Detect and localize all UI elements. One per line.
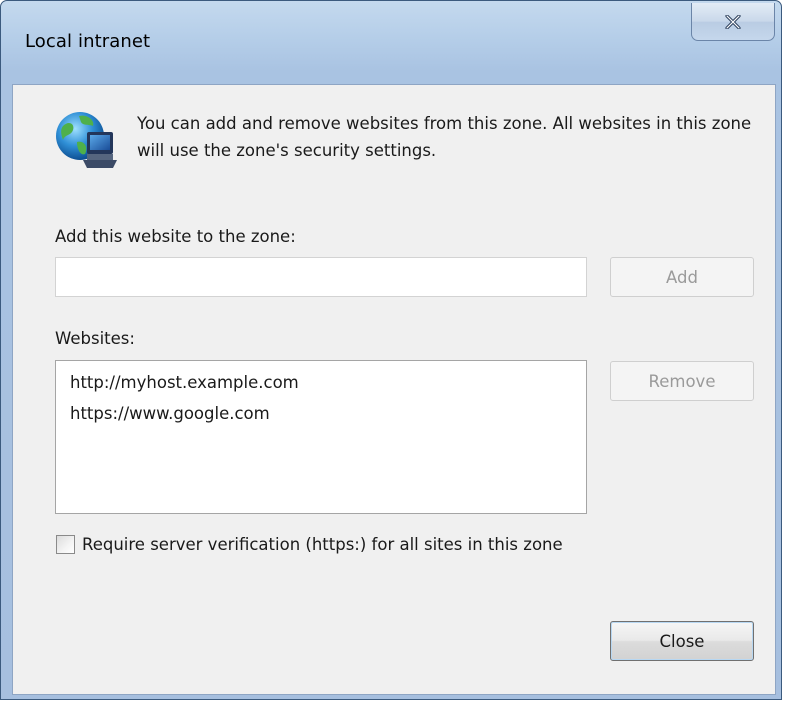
list-item[interactable]: https://www.google.com [70,398,586,429]
websites-list[interactable]: http://myhost.example.com https://www.go… [55,360,587,514]
close-icon [725,14,741,29]
intro-text: You can add and remove websites from thi… [137,114,752,160]
server-verification-label[interactable]: Require server verification (https:) for… [82,535,563,554]
website-url-input[interactable] [55,257,587,297]
window-title: Local intranet [25,31,151,52]
add-button[interactable]: Add [610,257,754,297]
server-verification-checkbox[interactable] [56,535,75,554]
add-website-label: Add this website to the zone: [55,227,296,246]
list-item[interactable]: http://myhost.example.com [70,367,586,398]
title-close-button[interactable] [691,3,775,41]
websites-label: Websites: [55,329,135,348]
dialog-window: Local intranet You can add and remove we… [0,0,782,700]
dialog-body: You can add and remove websites from thi… [12,84,776,695]
remove-button[interactable]: Remove [610,361,754,401]
close-button[interactable]: Close [610,621,754,661]
server-verification-row[interactable]: Require server verification (https:) for… [56,535,563,554]
globe-network-icon [56,112,117,168]
title-bar[interactable]: Local intranet [1,1,781,85]
